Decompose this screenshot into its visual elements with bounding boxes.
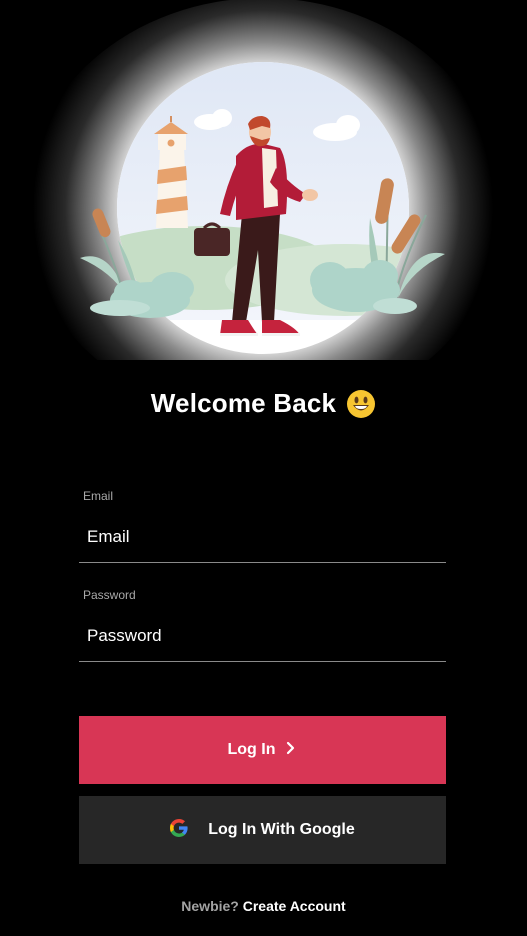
email-field-group: Email	[79, 489, 446, 563]
google-login-button[interactable]: Log In With Google	[79, 796, 446, 864]
password-label: Password	[83, 588, 136, 602]
newbie-text: Newbie?	[181, 898, 239, 914]
welcome-title: Welcome Back	[150, 388, 337, 418]
google-button-label: Log In With Google	[208, 821, 355, 838]
welcome-heading: Welcome Back	[0, 388, 527, 419]
signup-prompt: Newbie? Create Account	[0, 898, 527, 914]
email-label: Email	[83, 489, 114, 503]
hero-illustration	[0, 0, 527, 360]
create-account-link[interactable]: Create Account	[243, 898, 346, 914]
lighthouse-graphic	[154, 116, 188, 228]
password-input[interactable]	[79, 610, 446, 662]
grinning-face-icon	[346, 389, 376, 419]
google-icon	[170, 818, 188, 842]
password-field-group: Password	[79, 588, 446, 662]
email-input[interactable]	[79, 511, 446, 563]
chevron-right-icon	[285, 741, 297, 760]
login-button-label: Log In	[227, 741, 276, 758]
login-button[interactable]: Log In	[79, 716, 446, 784]
